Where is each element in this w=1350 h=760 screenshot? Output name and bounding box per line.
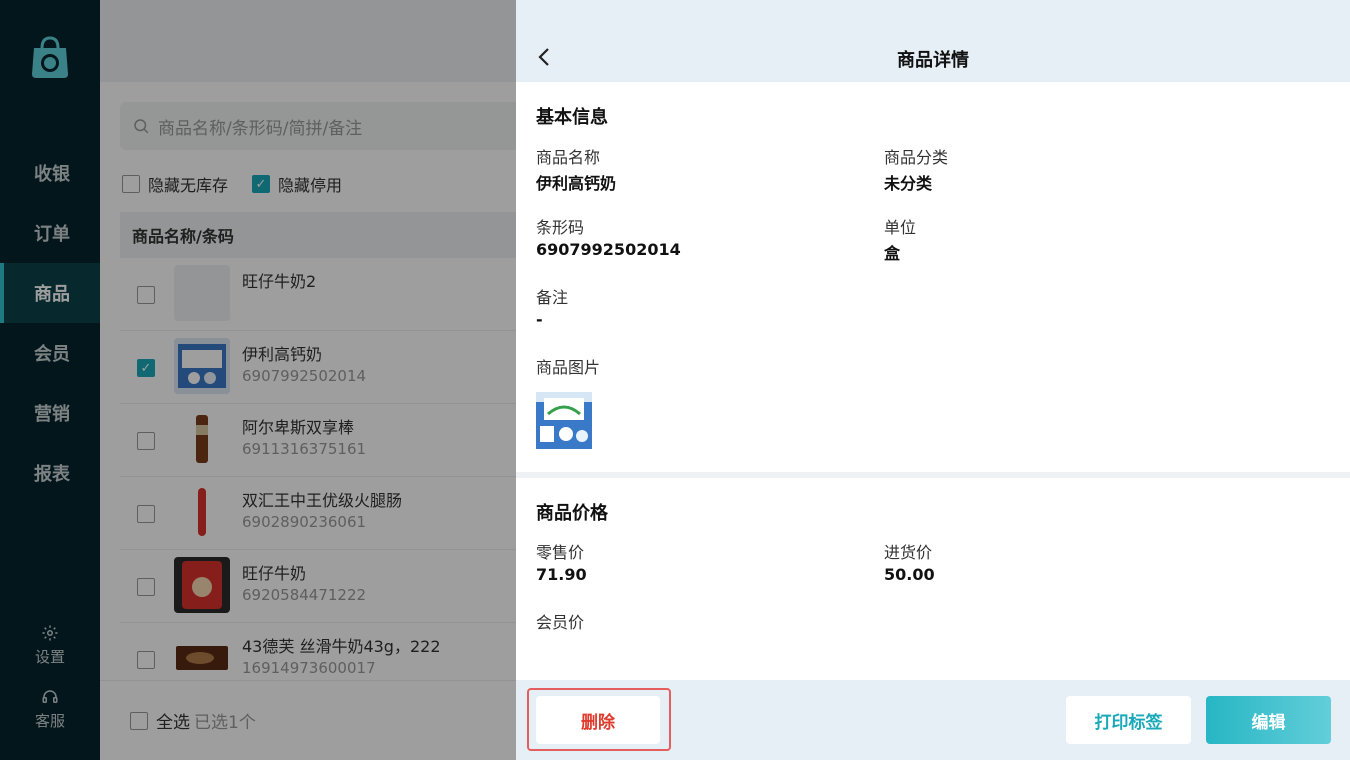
barcode-value: 6907992502014 — [536, 240, 681, 259]
product-image-label: 商品图片 — [536, 358, 601, 377]
edit-button[interactable]: 编辑 — [1206, 696, 1331, 744]
delete-button[interactable]: 删除 — [536, 696, 660, 744]
category-value: 未分类 — [884, 174, 933, 193]
barcode-label: 条形码 — [536, 218, 585, 237]
retail-price-label: 零售价 — [536, 543, 585, 562]
price-section-title: 商品价格 — [536, 503, 608, 524]
product-name-label: 商品名称 — [536, 148, 601, 167]
remark-label: 备注 — [536, 288, 569, 307]
product-detail-drawer: 商品详情 基本信息 商品名称 伊利高钙奶 商品分类 未分类 条形码 690799… — [516, 0, 1350, 760]
unit-value: 盒 — [884, 244, 901, 263]
remark-value: - — [536, 310, 543, 329]
product-name-value: 伊利高钙奶 — [536, 174, 617, 193]
retail-price-value: 71.90 — [536, 565, 587, 584]
member-price-label: 会员价 — [536, 613, 585, 632]
category-label: 商品分类 — [884, 148, 949, 167]
print-label-button[interactable]: 打印标签 — [1066, 696, 1191, 744]
basic-info-section-title: 基本信息 — [536, 107, 608, 128]
unit-label: 单位 — [884, 218, 917, 237]
product-image[interactable] — [536, 392, 592, 449]
section-divider — [516, 472, 1350, 478]
modal-overlay[interactable] — [0, 0, 516, 760]
purchase-price-value: 50.00 — [884, 565, 935, 584]
drawer-title: 商品详情 — [897, 50, 969, 71]
purchase-price-label: 进货价 — [884, 543, 933, 562]
